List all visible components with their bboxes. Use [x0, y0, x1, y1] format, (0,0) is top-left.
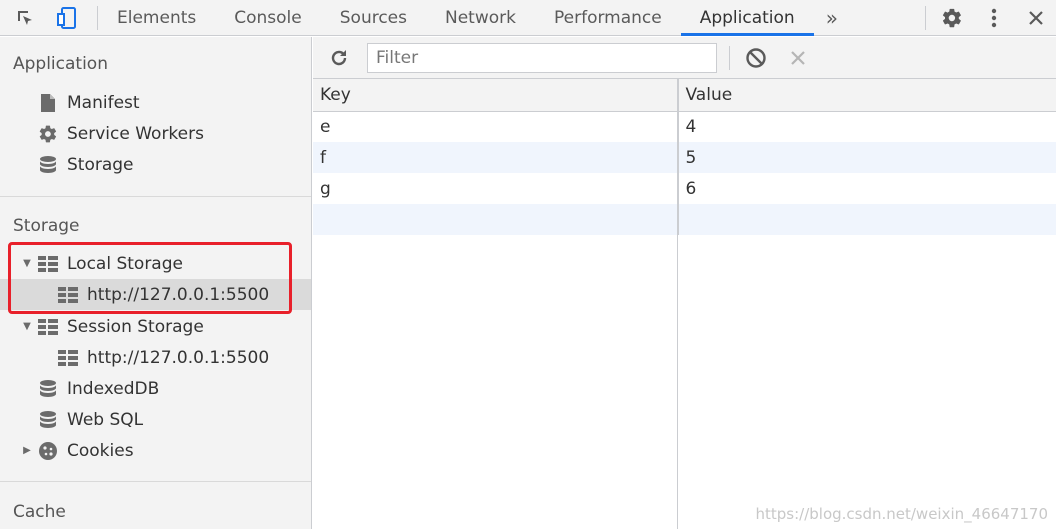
more-tabs-button[interactable]: » — [814, 0, 850, 36]
tab-application[interactable]: Application — [680, 0, 814, 36]
cell-value[interactable]: 5 — [678, 142, 1056, 173]
close-icon[interactable] — [1024, 6, 1048, 30]
sidebar-item-manifest[interactable]: Manifest — [38, 87, 140, 118]
tab-sources[interactable]: Sources — [321, 0, 426, 36]
sidebar-item-session-storage[interactable]: ▼ Session Storage — [20, 311, 204, 342]
document-icon — [38, 93, 58, 113]
tab-elements[interactable]: Elements — [98, 0, 215, 36]
storage-table: Key Value e 4 f 5 g 6 — [313, 79, 1056, 235]
sidebar-item-storage-overview[interactable]: Storage — [38, 149, 134, 180]
sidebar-item-label: Session Storage — [67, 316, 204, 337]
column-header-value[interactable]: Value — [678, 79, 1056, 112]
sidebar-item-label: Cookies — [67, 440, 134, 461]
delete-selected-icon[interactable] — [784, 44, 812, 72]
triangle-down-icon[interactable]: ▼ — [20, 321, 34, 332]
inspect-element-icon[interactable] — [13, 6, 37, 30]
section-title-application: Application — [13, 54, 108, 74]
storage-table-panel: Key Value e 4 f 5 g 6 — [313, 37, 1056, 529]
cell-key[interactable]: g — [313, 173, 679, 204]
table-header-row: Key Value — [313, 79, 1056, 112]
sidebar-item-cookies[interactable]: ▶ Cookies — [20, 435, 134, 466]
red-highlight-annotation — [8, 242, 292, 314]
devtools-tab-bar: Elements Console Sources Network Perform… — [0, 0, 1056, 36]
cell-value[interactable]: 6 — [678, 173, 1056, 204]
tab-performance[interactable]: Performance — [535, 0, 681, 36]
more-options-icon[interactable] — [982, 6, 1006, 30]
sidebar-item-label: Storage — [67, 154, 134, 175]
database-icon — [38, 410, 58, 430]
table-icon — [58, 348, 78, 368]
table-row[interactable]: g 6 — [313, 173, 1056, 204]
toolbar-divider — [925, 5, 926, 30]
sidebar-item-session-storage-origin[interactable]: http://127.0.0.1:5500 — [58, 342, 269, 373]
table-row[interactable]: e 4 — [313, 111, 1056, 142]
cell-key[interactable]: f — [313, 142, 679, 173]
triangle-right-icon[interactable]: ▶ — [20, 445, 34, 456]
database-icon — [38, 155, 58, 175]
sidebar-item-service-workers[interactable]: Service Workers — [38, 118, 204, 149]
device-toolbar-icon[interactable] — [55, 6, 79, 30]
sidebar-item-label: Web SQL — [67, 409, 144, 430]
sidebar-item-label: Service Workers — [67, 123, 204, 144]
gear-icon — [38, 124, 58, 144]
sidebar-item-websql[interactable]: Web SQL — [38, 404, 143, 435]
section-title-cache: Cache — [13, 502, 66, 522]
storage-toolbar — [313, 37, 1056, 79]
sidebar-item-indexeddb[interactable]: IndexedDB — [38, 373, 159, 404]
application-sidebar: Application Manifest Service Workers Sto… — [0, 37, 312, 529]
sidebar-item-label: http://127.0.0.1:5500 — [87, 347, 270, 368]
table-icon — [38, 317, 58, 337]
cell-value[interactable] — [678, 204, 1056, 235]
sidebar-item-label: IndexedDB — [67, 378, 160, 399]
cell-key[interactable]: e — [313, 111, 679, 142]
watermark: https://blog.csdn.net/weixin_46647170 — [755, 505, 1048, 523]
section-title-storage: Storage — [13, 216, 80, 236]
clear-all-icon[interactable] — [742, 44, 770, 72]
cell-value[interactable]: 4 — [678, 111, 1056, 142]
database-icon — [38, 379, 58, 399]
column-divider — [677, 79, 678, 529]
column-header-key[interactable]: Key — [313, 79, 679, 112]
toolbar-divider — [729, 45, 730, 70]
refresh-icon[interactable] — [325, 44, 353, 72]
sidebar-divider — [0, 196, 311, 197]
cookie-icon — [38, 441, 58, 461]
cell-key[interactable] — [313, 204, 679, 235]
sidebar-divider — [0, 481, 311, 482]
filter-input[interactable] — [367, 42, 717, 73]
table-row[interactable]: f 5 — [313, 142, 1056, 173]
tab-console[interactable]: Console — [215, 0, 321, 36]
tab-network[interactable]: Network — [426, 0, 535, 36]
sidebar-item-label: Manifest — [67, 92, 140, 113]
table-row-empty[interactable] — [313, 204, 1056, 235]
gear-icon[interactable] — [940, 6, 964, 30]
